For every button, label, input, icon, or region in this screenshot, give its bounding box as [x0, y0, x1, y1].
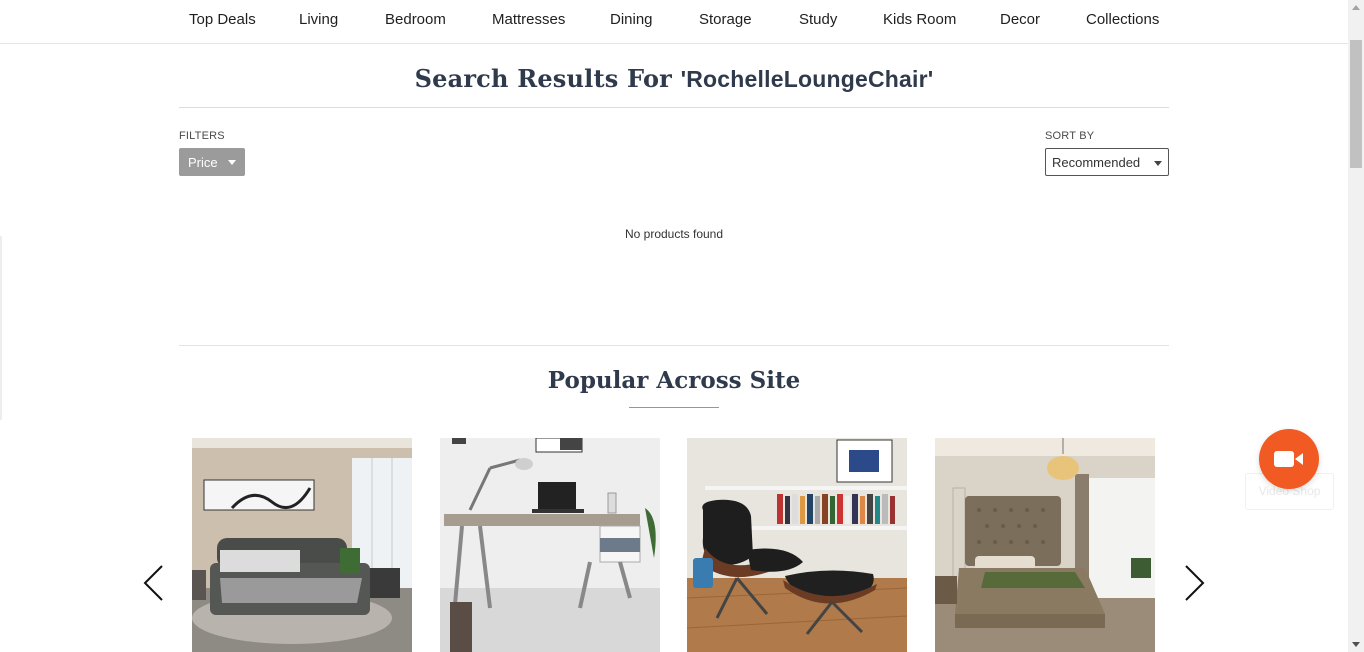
nav-kids-room[interactable]: Kids Room	[883, 11, 956, 28]
sort-by-label: SORT BY	[1045, 130, 1095, 142]
nav-storage[interactable]: Storage	[699, 11, 752, 28]
product-card-3[interactable]	[687, 438, 907, 652]
carousel-next-arrow-icon[interactable]	[1182, 564, 1206, 602]
caret-down-icon	[228, 160, 236, 165]
sort-select[interactable]: Recommended	[1045, 148, 1169, 176]
nav-top-deals[interactable]: Top Deals	[189, 11, 256, 28]
lounge-chair-ottoman-image	[687, 438, 907, 652]
filters-label: FILTERS	[179, 130, 225, 142]
sort-selected-value: Recommended	[1052, 154, 1141, 170]
product-card-1[interactable]	[192, 438, 412, 652]
caret-down-icon	[1154, 161, 1162, 166]
nav-collections[interactable]: Collections	[1086, 11, 1159, 28]
top-nav: Top Deals Living Bedroom Mattresses Dini…	[0, 0, 1348, 44]
divider	[179, 107, 1169, 108]
popular-section-title: Popular Across Site	[547, 367, 801, 394]
carousel-prev-arrow-icon[interactable]	[142, 564, 166, 602]
vertical-scrollbar[interactable]	[1348, 0, 1364, 652]
nav-living[interactable]: Living	[299, 11, 338, 28]
scroll-down-icon[interactable]	[1352, 642, 1360, 647]
nav-bedroom[interactable]: Bedroom	[385, 11, 446, 28]
page: Top Deals Living Bedroom Mattresses Dini…	[0, 0, 1364, 652]
study-desk-image	[440, 438, 660, 652]
video-camera-icon	[1274, 451, 1303, 467]
price-filter-label: Price	[188, 154, 218, 170]
nav-study[interactable]: Study	[799, 11, 837, 28]
product-card-2[interactable]	[440, 438, 660, 652]
title-underline	[629, 407, 719, 408]
search-title-prefix: Search Results For	[414, 64, 681, 93]
nav-mattresses[interactable]: Mattresses	[492, 11, 565, 28]
product-card-4[interactable]	[935, 438, 1155, 652]
search-results-title: Search Results For 'RochelleLoungeChair'	[179, 64, 1169, 93]
nav-decor[interactable]: Decor	[1000, 11, 1040, 28]
video-shop-button[interactable]	[1259, 429, 1319, 489]
scrollbar-thumb[interactable]	[1350, 40, 1362, 168]
divider	[179, 345, 1169, 346]
nav-dining[interactable]: Dining	[610, 11, 653, 28]
price-filter-button[interactable]: Price	[179, 148, 245, 176]
scroll-up-icon[interactable]	[1352, 5, 1360, 10]
bed-tufted-headboard-image	[935, 438, 1155, 652]
search-query: 'RochelleLoungeChair'	[680, 66, 934, 92]
left-edge-tab	[0, 236, 2, 420]
bed-dark-grey-image	[192, 438, 412, 652]
no-products-message: No products found	[624, 227, 724, 241]
